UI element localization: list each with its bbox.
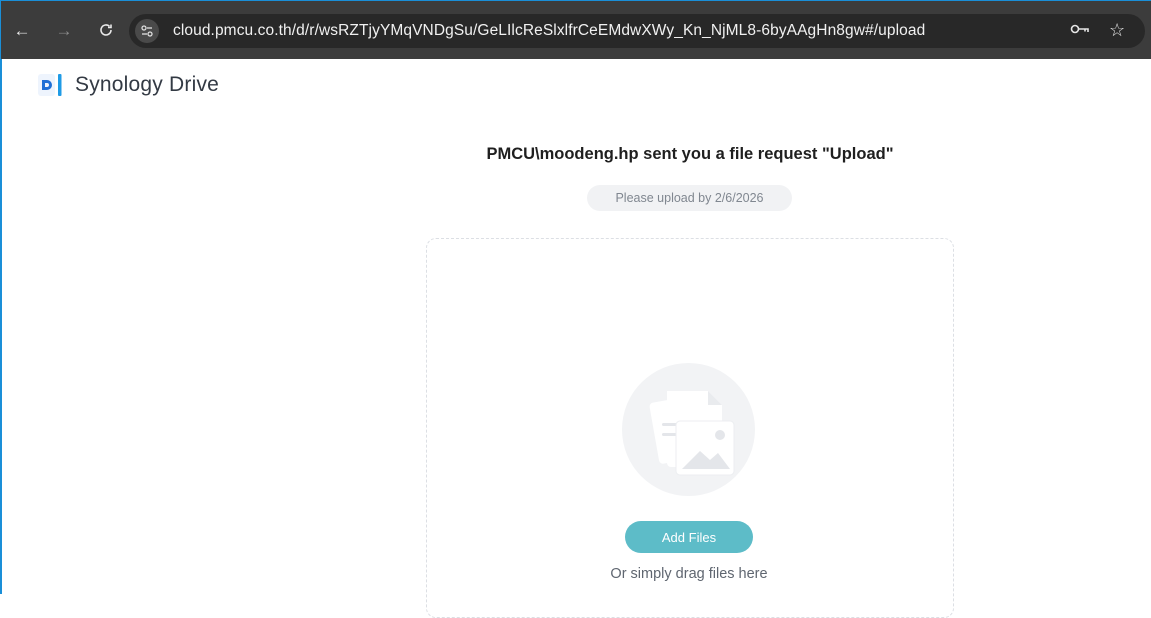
reload-icon[interactable] [95, 19, 117, 41]
site-info-icon[interactable] [135, 19, 159, 43]
app-name: Synology Drive [75, 73, 220, 96]
window-edge [0, 59, 9, 594]
reload-glyph [100, 24, 112, 36]
drag-hint: Or simply drag files here [610, 566, 768, 582]
address-bar[interactable]: cloud.pmcu.co.th/d/r/wsRZTjyYMqVNDgSu/Ge… [129, 14, 1145, 48]
browser-toolbar: ← → cloud.pmcu.co.th/d/r/wsRZTjyYMqVNDgS… [0, 0, 1151, 59]
url-text[interactable]: cloud.pmcu.co.th/d/r/wsRZTjyYMqVNDgSu/Ge… [173, 22, 925, 40]
app-header: Synology Drive [37, 72, 219, 98]
key-icon[interactable] [1070, 22, 1090, 41]
documents-icon [649, 391, 735, 476]
request-title: PMCU\moodeng.hp sent you a file request … [486, 145, 894, 163]
deadline-badge: Please upload by 2/6/2026 [587, 185, 792, 211]
upload-illustration [622, 363, 755, 496]
forward-arrow-icon[interactable]: → [53, 19, 75, 41]
deadline-text: Please upload by 2/6/2026 [615, 191, 764, 205]
key-glyph [1070, 24, 1089, 34]
synology-drive-logo-icon [38, 74, 62, 96]
back-arrow-icon[interactable]: ← [11, 19, 33, 41]
tune-glyph [141, 25, 153, 37]
add-files-label: Add Files [661, 529, 717, 545]
add-files-button[interactable]: Add Files [625, 521, 753, 553]
star-icon[interactable]: ☆ [1109, 20, 1125, 41]
